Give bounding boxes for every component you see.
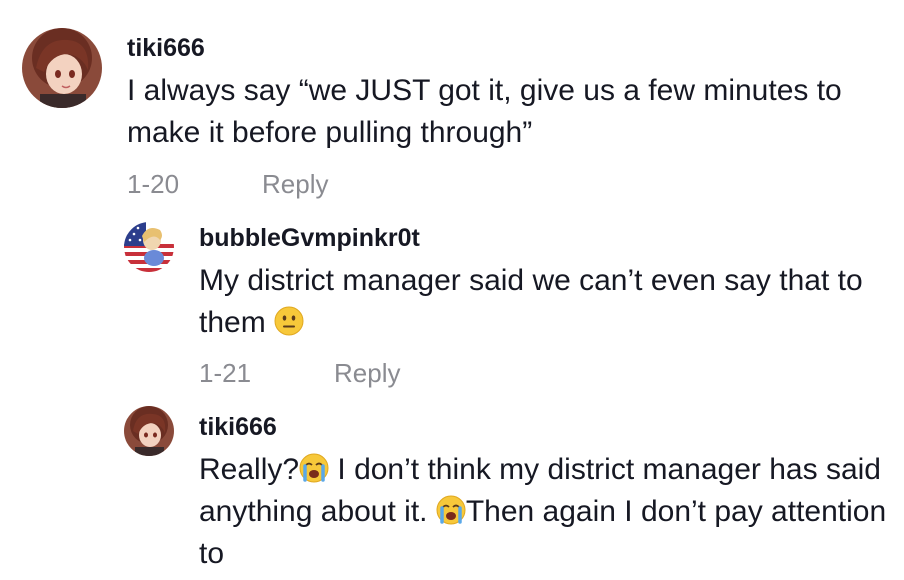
comment-1: tiki666 I always say “we JUST got it, gi… (0, 0, 904, 210)
loudly-crying-face-icon (299, 453, 329, 483)
avatar[interactable] (22, 28, 102, 108)
comment-username[interactable]: tiki666 (199, 413, 277, 442)
comment-3: tiki666 Really? I don’t think my distric… (0, 400, 904, 580)
loudly-crying-face-icon (436, 495, 466, 525)
comment-date: 1-20 (127, 169, 180, 199)
comment-2: bubbleGvmpinkr0t My district manager sai… (0, 210, 904, 400)
avatar[interactable] (124, 406, 174, 456)
neutral-face-icon (274, 306, 304, 336)
reply-button[interactable]: Reply (262, 169, 328, 200)
comment-date: 1-21 (199, 358, 252, 388)
comment-text: I always say “we JUST got it, give us a … (127, 74, 842, 149)
avatar[interactable] (124, 222, 174, 272)
comment-text-content: Really? (199, 453, 300, 486)
comment-text: Really? I don’t think my district manage… (199, 449, 899, 575)
comment-username[interactable]: tiki666 (127, 34, 205, 63)
reply-button[interactable]: Reply (334, 358, 400, 389)
comment-text: My district manager said we can’t even s… (199, 260, 879, 344)
comment-username[interactable]: bubbleGvmpinkr0t (199, 224, 420, 253)
